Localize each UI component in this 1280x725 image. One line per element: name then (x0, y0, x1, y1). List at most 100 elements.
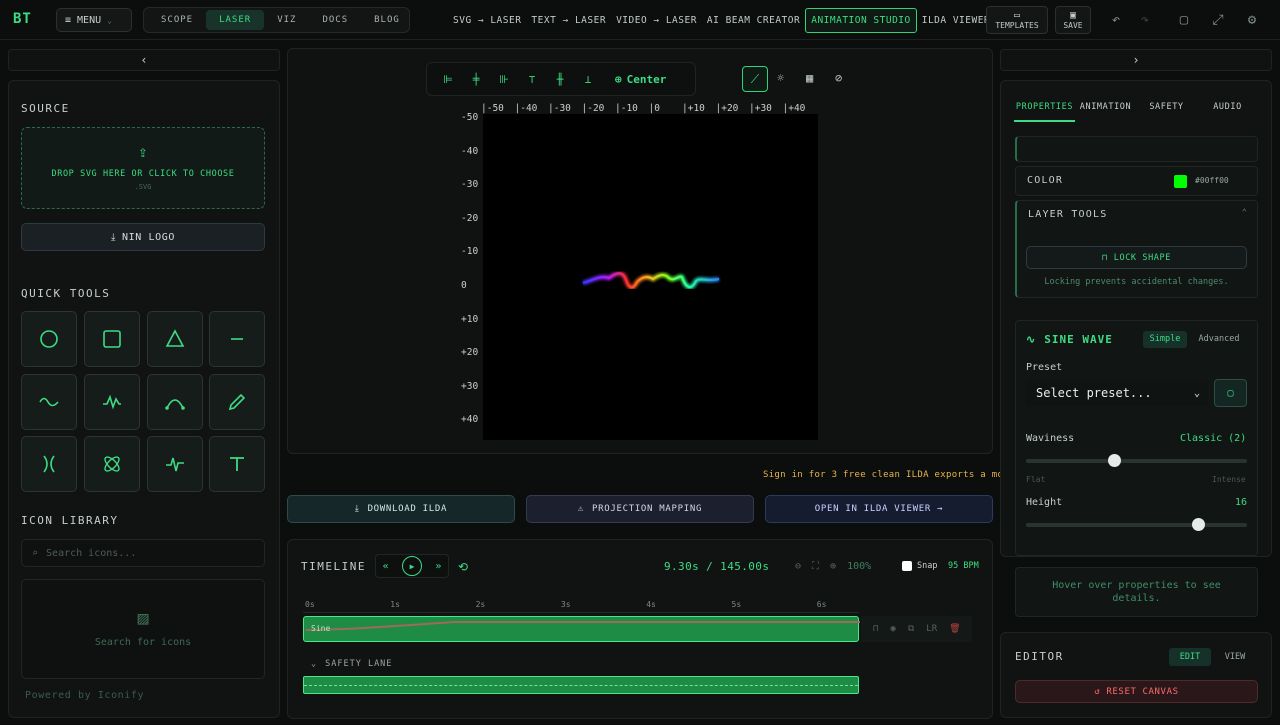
sine-track-clip[interactable]: Sine (303, 616, 860, 642)
nav-laser[interactable]: LASER (206, 10, 265, 30)
align-top-icon[interactable]: ⊤ (523, 70, 541, 88)
signin-notice[interactable]: Sign in for 3 free clean ILDA exports a … (763, 470, 1020, 480)
save-preset-button[interactable]: ▢ (1214, 379, 1247, 407)
align-center-h-icon[interactable]: ╪ (467, 70, 485, 88)
lock-icon[interactable]: ⊓ (873, 624, 878, 634)
play-icon[interactable]: ▶ (402, 556, 422, 576)
tool-text-laser[interactable]: TEXT → LASER (526, 9, 611, 32)
waviness-slider[interactable] (1026, 454, 1247, 467)
align-middle-icon[interactable]: ╫ (551, 70, 569, 88)
duplicate-icon[interactable]: ⧉ (908, 624, 914, 634)
brightness-icon[interactable]: ☼ (777, 71, 784, 85)
tab-properties[interactable]: PROPERTIES (1014, 94, 1075, 122)
arc-icon (165, 399, 185, 410)
laser-stage[interactable] (483, 114, 818, 440)
zoom-out-icon[interactable]: ⊖ (795, 561, 801, 572)
open-ilda-viewer-button[interactable]: OPEN IN ILDA VIEWER → (765, 495, 993, 523)
eye-icon[interactable]: ◉ (890, 624, 895, 634)
view-mode-button[interactable]: VIEW (1216, 648, 1254, 666)
ruler-x-tick: |-20 (581, 103, 605, 114)
safety-lane-track[interactable] (303, 676, 859, 694)
align-left-icon[interactable]: ⊫ (439, 70, 457, 88)
magnet-icon[interactable]: ⊘ (835, 71, 842, 85)
app-logo[interactable]: BT (13, 11, 32, 27)
pulse-tool[interactable] (147, 436, 203, 492)
lock-shape-button[interactable]: ⊓ LOCK SHAPE (1026, 246, 1247, 269)
ruler-y-tick: -20 (461, 212, 479, 224)
undo-icon[interactable]: ↶ (1108, 12, 1124, 28)
waviness-label: Waviness (1026, 433, 1075, 444)
nav-viz[interactable]: VIZ (264, 10, 309, 30)
templates-button[interactable]: ▭ TEMPLATES (986, 6, 1048, 34)
download-ilda-button[interactable]: ⤓ DOWNLOAD ILDA (287, 495, 515, 523)
menu-button[interactable]: ≡ MENU ⌄ (56, 8, 132, 32)
mode-simple[interactable]: Simple (1143, 331, 1187, 348)
tab-audio[interactable]: AUDIO (1197, 94, 1258, 122)
nav-blog[interactable]: BLOG (361, 10, 413, 30)
circle-tool[interactable] (21, 311, 77, 367)
gear-icon[interactable]: ⚙ (1244, 12, 1260, 28)
edit-mode-button[interactable]: EDIT (1169, 648, 1211, 666)
fast-forward-icon[interactable]: » (435, 561, 441, 572)
chat-icon[interactable]: ▢ (1176, 12, 1192, 28)
tab-animation[interactable]: ANIMATION (1075, 94, 1136, 122)
left-collapse-button[interactable]: ‹ (8, 49, 280, 71)
nav-scope[interactable]: SCOPE (148, 10, 206, 30)
projection-mapping-button[interactable]: ⚠ PROJECTION MAPPING (526, 495, 754, 523)
tool-video-laser[interactable]: VIDEO → LASER (611, 9, 702, 32)
tool-animation-studio[interactable]: ANIMATION STUDIO (805, 7, 917, 33)
tool-ilda-viewer[interactable]: ILDA VIEWER (917, 9, 995, 32)
snap-checkbox[interactable] (902, 561, 912, 571)
bpm-label[interactable]: 95 BPM (948, 561, 979, 571)
line-tool[interactable] (209, 311, 265, 367)
zigzag-tool[interactable] (84, 374, 140, 430)
track-envelope (305, 621, 860, 631)
align-bottom-icon[interactable]: ⊥ (579, 70, 597, 88)
nin-logo-button[interactable]: ⤓ NIN LOGO (21, 223, 265, 251)
chevron-up-icon[interactable]: ⌃ (1242, 208, 1247, 218)
fit-icon[interactable]: ⛶ (812, 561, 819, 572)
redo-icon[interactable]: ↷ (1137, 12, 1153, 28)
tab-safety[interactable]: SAFETY (1136, 94, 1197, 122)
reset-canvas-button[interactable]: ↺ RESET CANVAS (1015, 680, 1258, 703)
color-swatch[interactable] (1174, 175, 1187, 188)
triangle-tool[interactable] (147, 311, 203, 367)
rewind-icon[interactable]: « (383, 561, 389, 572)
atom-tool[interactable] (84, 436, 140, 492)
lock-hint: Locking prevents accidental changes. (1044, 277, 1229, 287)
loop-icon[interactable]: ⟲ (458, 560, 468, 574)
lr-toggle[interactable]: LR (926, 624, 937, 634)
nav-docs[interactable]: DOCS (309, 10, 361, 30)
safety-lane-header[interactable]: ⌄ SAFETY LANE (311, 659, 392, 669)
zoom-controls: ⊖ ⛶ ⊕ 100% (795, 561, 871, 572)
align-right-icon[interactable]: ⊪ (495, 70, 513, 88)
svg-drop-zone[interactable]: ⇪ DROP SVG HERE OR CLICK TO CHOOSE .SVG (21, 127, 265, 209)
preset-select[interactable]: Select preset... ⌄ (1026, 380, 1208, 406)
lock-icon: ⊓ (1102, 252, 1108, 263)
arc-tool[interactable] (147, 374, 203, 430)
ruler-x-tick: |0 (648, 103, 660, 114)
lissajous-tool[interactable] (21, 436, 77, 492)
pencil-tool[interactable] (209, 374, 265, 430)
tool-svg-laser[interactable]: SVG → LASER (448, 9, 526, 32)
tool-ai-beam[interactable]: AI BEAM CREATOR (702, 9, 805, 32)
zoom-in-icon[interactable]: ⊕ (830, 561, 836, 572)
center-button[interactable]: ⊕ Center (615, 73, 666, 86)
drop-subtext: .SVG (134, 183, 152, 191)
hover-hint: Hover over properties to see details. (1052, 580, 1221, 604)
text-tool[interactable] (209, 436, 265, 492)
mode-advanced[interactable]: Advanced (1192, 331, 1246, 348)
icon-search-input[interactable]: ⌕ Search icons... (21, 539, 265, 567)
sine-tool[interactable] (21, 374, 77, 430)
ruler-x-tick: |-30 (548, 103, 571, 114)
property-row-partial (1015, 136, 1258, 162)
color-row[interactable]: COLOR #00ff00 (1015, 166, 1258, 196)
save-button[interactable]: ▣ SAVE (1055, 6, 1091, 34)
right-collapse-button[interactable]: › (1000, 49, 1272, 71)
square-tool[interactable] (84, 311, 140, 367)
height-slider[interactable] (1026, 518, 1247, 531)
grid-icon[interactable]: ▦ (806, 71, 813, 85)
ruler-toggle[interactable]: ⟋ (742, 66, 768, 92)
fullscreen-icon[interactable]: ⤢ (1210, 12, 1226, 28)
trash-icon[interactable]: 🗑 (949, 624, 960, 634)
